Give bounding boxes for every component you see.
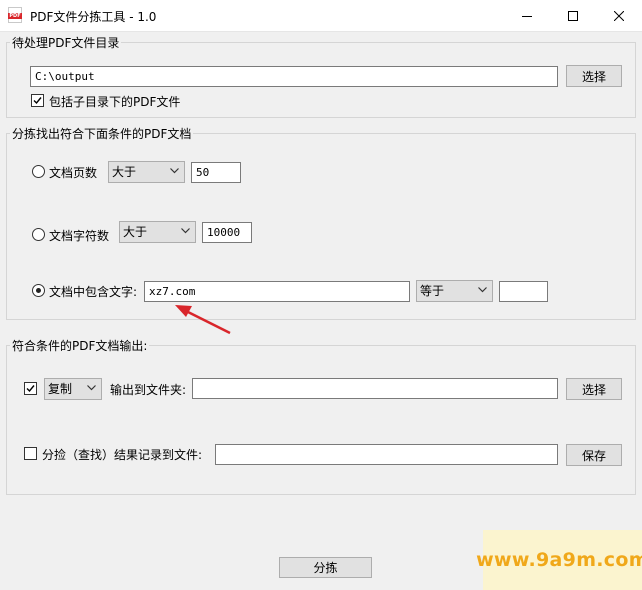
close-button[interactable]	[596, 0, 642, 31]
pdf-app-icon: PDF	[8, 7, 22, 23]
conditions-group-title: 分拣找出符合下面条件的PDF文档	[10, 125, 194, 142]
log-label: 分捡（查找）结果记录到文件:	[42, 448, 203, 462]
window-title: PDF文件分拣工具 - 1.0	[30, 10, 157, 24]
include-subdirs-label: 包括子目录下的PDF文件	[49, 95, 181, 109]
source-group-title: 待处理PDF文件目录	[10, 34, 122, 51]
minimize-button[interactable]	[504, 0, 550, 31]
output-group	[6, 345, 636, 495]
annotation-arrow-icon	[175, 305, 231, 335]
checkmark-icon	[26, 385, 35, 393]
page-count-label: 文档页数	[49, 166, 98, 180]
log-checkbox[interactable]	[24, 447, 37, 460]
maximize-button[interactable]	[550, 0, 596, 31]
copy-checkbox[interactable]	[24, 382, 37, 395]
chevron-down-icon	[181, 228, 190, 234]
page-count-operator-value: 大于	[112, 165, 137, 179]
char-count-label: 文档字符数	[49, 229, 110, 243]
app-icon-label: PDF	[8, 13, 22, 19]
output-folder-input[interactable]	[192, 378, 558, 399]
output-mode-select[interactable]: 复制	[44, 378, 102, 400]
chevron-down-icon	[87, 385, 96, 391]
sort-button[interactable]: 分拣	[279, 557, 372, 578]
title-bar: PDF PDF文件分拣工具 - 1.0	[0, 0, 642, 32]
chevron-down-icon	[170, 168, 179, 174]
site-watermark: www.9a9m.com	[476, 530, 642, 590]
include-subdirs-checkbox[interactable]	[31, 94, 44, 107]
contains-text-input[interactable]: xz7.com	[144, 281, 410, 302]
char-count-operator-select[interactable]: 大于	[119, 221, 196, 243]
char-count-operator-value: 大于	[123, 225, 148, 239]
contains-text-extra-input[interactable]	[499, 281, 548, 302]
char-count-radio[interactable]	[32, 228, 45, 241]
close-icon	[614, 10, 624, 21]
output-mode-value: 复制	[48, 382, 73, 396]
contains-text-operator-select[interactable]: 等于	[416, 280, 493, 302]
watermark-text: www.9a9m.com	[476, 549, 642, 571]
contains-text-radio[interactable]	[32, 284, 45, 297]
maximize-icon	[568, 10, 578, 21]
output-group-title: 符合条件的PDF文档输出:	[10, 337, 150, 354]
source-browse-button[interactable]: 选择	[566, 65, 622, 87]
chevron-down-icon	[478, 287, 487, 293]
output-folder-label: 输出到文件夹:	[110, 383, 187, 397]
contains-text-label: 文档中包含文字:	[49, 285, 138, 299]
save-log-button[interactable]: 保存	[566, 444, 622, 466]
page-count-input[interactable]: 50	[191, 162, 241, 183]
char-count-input[interactable]: 10000	[202, 222, 252, 243]
checkmark-icon	[33, 97, 42, 105]
page-count-radio[interactable]	[32, 165, 45, 178]
log-file-input[interactable]	[215, 444, 558, 465]
output-browse-button[interactable]: 选择	[566, 378, 622, 400]
minimize-icon	[522, 15, 532, 17]
page-count-operator-select[interactable]: 大于	[108, 161, 185, 183]
source-path-input[interactable]: C:\output	[30, 66, 558, 87]
contains-text-operator-value: 等于	[420, 284, 445, 298]
